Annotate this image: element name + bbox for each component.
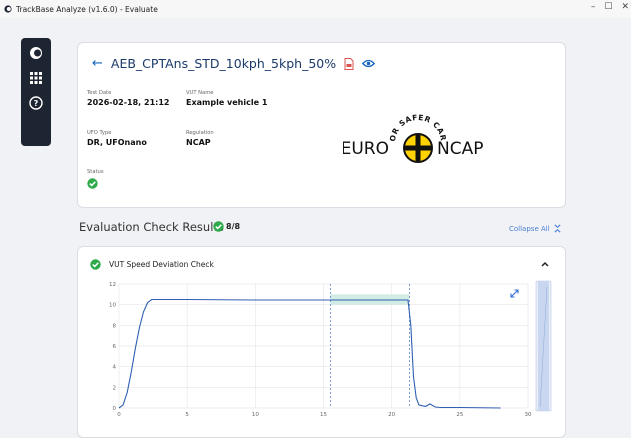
svg-text:FOR SAFER CARS: FOR SAFER CARS [343,108,448,142]
y-tick-label: 0 [113,406,117,412]
vut-name-label: VUT Name [186,90,214,96]
status-check-icon [87,178,98,189]
logo-right-text: NCAP [437,139,483,159]
collapse-all-button[interactable]: Collapse All [509,224,561,233]
window-titlebar: TrackBase Analyze (v1.6.0) - Evaluate – … [0,0,631,18]
vut-name-value: Example vehicle 1 [186,98,268,107]
sidebar: ? [21,38,51,146]
status-field: Status [87,169,104,177]
x-tick-label: 30 [525,412,532,418]
sidebar-item-home[interactable] [28,45,44,61]
regulation-field: Regulation NCAP [186,130,214,147]
results-title: Evaluation Check Results [79,220,224,234]
evaluation-info-card: ← AEB_CPTAns_STD_10kph_5kph_50% Test Dat… [77,42,566,208]
y-tick-label: 12 [109,282,116,288]
window-title: TrackBase Analyze (v1.6.0) - Evaluate [16,4,158,14]
minimize-button[interactable]: – [591,2,596,12]
pdf-export-icon[interactable] [344,57,354,70]
app-logo-icon [30,47,42,59]
y-tick-label: 4 [113,365,117,371]
ufo-type-value: DR, UFOnano [87,138,147,147]
svg-text:?: ? [34,99,39,108]
badge-check-icon [213,221,224,232]
y-tick-label: 6 [113,344,117,350]
x-tick-label: 5 [185,412,189,418]
x-tick-label: 25 [456,412,463,418]
logo-top-text: FOR SAFER CARS [343,108,447,142]
x-tick-label: 20 [388,412,395,418]
ufo-type-label: UFO Type [87,130,112,136]
speed-series-line [118,298,501,409]
sidebar-item-help[interactable]: ? [28,95,44,111]
speed-chart: 0 2 4 6 8 10 12 0 5 10 15 20 25 30 [109,280,552,418]
app-icon [4,5,12,13]
y-tick-label: 2 [113,385,117,391]
collapse-icon [554,224,561,233]
ufo-type-field: UFO Type DR, UFOnano [87,130,147,147]
results-badge-count: 8/8 [226,222,241,231]
chart-scrollbar[interactable] [535,280,552,412]
x-tick-label: 0 [117,412,121,418]
test-date-field: Test Date 2026-02-18, 21:12 [87,90,169,107]
grid-icon [30,72,42,84]
back-button[interactable]: ← [92,56,103,71]
status-label: Status [87,169,104,175]
evaluation-header: ← AEB_CPTAns_STD_10kph_5kph_50% [92,56,376,71]
y-tick-label: 10 [109,303,116,309]
y-tick-label: 8 [113,323,117,329]
logo-left-text: EURO [343,139,389,159]
expand-icon[interactable] [510,289,519,298]
window-controls: – ☐ ✕ [591,2,629,12]
euro-ncap-logo: FOR SAFER CARS EURO NCAP [343,108,483,163]
x-tick-label: 10 [252,412,259,418]
test-date-label: Test Date [87,90,112,96]
regulation-value: NCAP [186,138,211,147]
collapse-all-label: Collapse All [509,224,550,233]
x-tick-label: 15 [320,412,327,418]
sidebar-item-apps[interactable] [28,70,44,86]
check-card: VUT Speed Deviation Check 0 2 4 6 8 10 12 0 5 10 1… [77,246,566,438]
results-badge: 8/8 [213,221,240,232]
regulation-label: Regulation [186,130,214,136]
vut-name-field: VUT Name Example vehicle 1 [186,90,267,107]
test-date-value: 2026-02-18, 21:12 [87,98,170,107]
help-icon: ? [29,96,43,110]
evaluation-title: AEB_CPTAns_STD_10kph_5kph_50% [110,56,337,71]
close-button[interactable]: ✕ [621,2,629,12]
maximize-button[interactable]: ☐ [604,2,612,12]
view-icon[interactable] [362,59,376,68]
